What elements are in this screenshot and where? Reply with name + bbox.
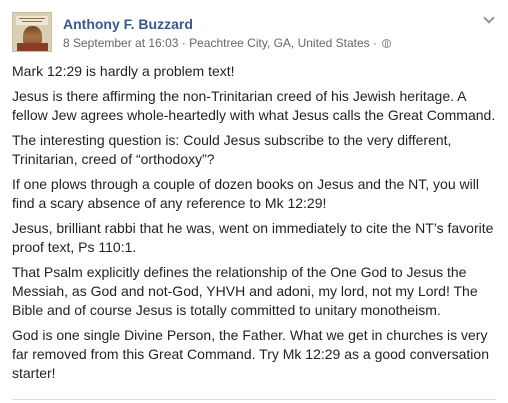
avatar-robe [17,43,48,51]
post-paragraph: The interesting question is: Could Jesus… [12,132,452,167]
post-paragraph: Mark 12:29 is hardly a problem text! [12,63,235,79]
meta-separator: · [372,36,377,50]
post-paragraph: That Psalm explicitly defines the relati… [12,264,478,318]
author-name[interactable]: Anthony F. Buzzard [63,15,193,33]
post-paragraph: Jesus, brilliant rabbi that he was, went… [12,220,494,255]
avatar-title-line [22,21,42,22]
author-avatar[interactable] [12,12,52,52]
avatar-title-line [19,18,45,19]
post-paragraph: Jesus is there affirming the non-Trinita… [12,88,496,123]
post-timestamp[interactable]: 8 September at 16:03 [63,36,178,50]
post-paragraph: God is one single Divine Person, the Fat… [12,327,489,381]
post-divider [12,399,496,400]
globe-icon[interactable] [382,39,392,48]
post-header: Anthony F. Buzzard 8 September at 16:03 … [12,12,496,52]
meta-separator: · [181,36,186,50]
post-paragraph: If one plows through a couple of dozen b… [12,176,479,211]
chevron-down-icon[interactable] [484,14,494,24]
post-location[interactable]: Peachtree City, GA, United States [189,36,370,50]
post-body: Mark 12:29 is hardly a problem text! Jes… [12,62,500,389]
facebook-post: Anthony F. Buzzard 8 September at 16:03 … [0,0,508,403]
post-meta: 8 September at 16:03 · Peachtree City, G… [63,35,392,51]
